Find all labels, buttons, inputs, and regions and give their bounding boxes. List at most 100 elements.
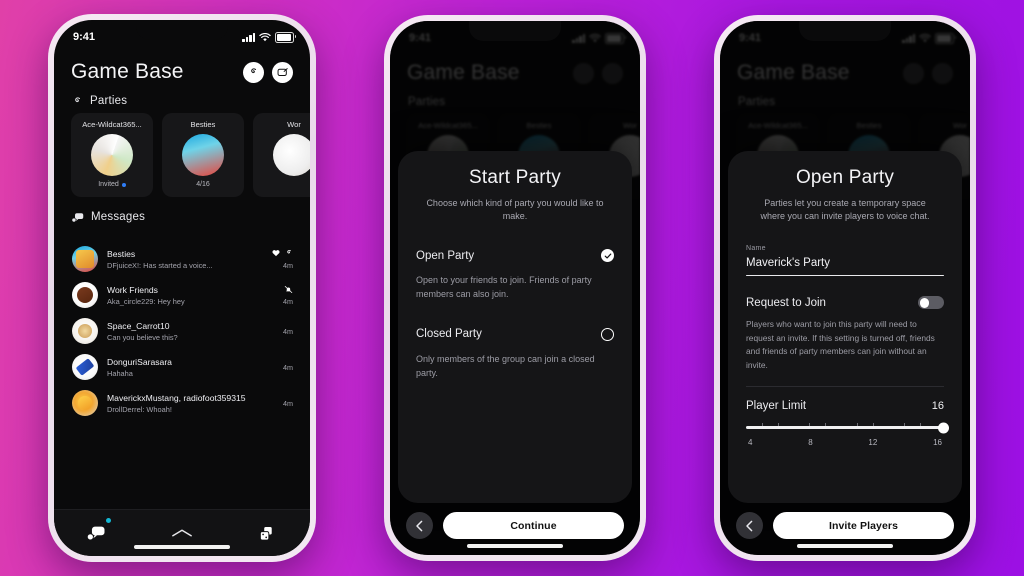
message-text: Space_Carrot10 Can you believe this? — [107, 321, 258, 342]
status-indicators — [242, 31, 296, 43]
message-name: DonguriSarasara — [107, 356, 172, 367]
dice-icon — [259, 526, 272, 541]
slider-tick — [904, 423, 906, 427]
message-preview: DFjuiceX!: Has started a voice... — [107, 260, 213, 270]
parties-carousel[interactable]: Ace-Wildcat365... Invited Besties 4/16 W… — [54, 113, 310, 197]
party-card-status-text: Invited — [98, 181, 119, 188]
tab-games[interactable] — [244, 519, 290, 547]
slider-tick — [809, 423, 811, 427]
player-limit-value: 16 — [931, 400, 944, 413]
party-card[interactable]: Besties 4/16 — [162, 113, 244, 197]
messages-section-header: Messages — [54, 197, 310, 229]
tick-label: 12 — [868, 438, 878, 448]
message-preview: Can you believe this? — [107, 332, 178, 342]
message-text: Besties DFjuiceX!: Has started a voice..… — [107, 249, 258, 270]
message-meta: 4m — [267, 285, 293, 306]
avatar — [72, 246, 98, 272]
message-preview: Hahaha — [107, 368, 133, 378]
party-card-status: Invited — [98, 181, 126, 188]
player-limit-header: Player Limit 16 — [746, 400, 944, 412]
sheet-footer: Invite Players — [720, 512, 970, 539]
request-to-join-label: Request to Join — [746, 296, 826, 309]
tick-label: 8 — [808, 438, 813, 448]
page-title: Game Base — [71, 60, 184, 83]
back-button[interactable] — [736, 512, 763, 539]
radio-selected-icon[interactable] — [601, 249, 614, 263]
wifi-icon — [259, 32, 271, 41]
option-description: Open to your friends to join. Friends of… — [416, 275, 592, 300]
back-button[interactable] — [406, 512, 433, 539]
option-description: Only members of the group can join a clo… — [416, 353, 595, 378]
notch — [136, 20, 228, 40]
messages-list: Besties DFjuiceX!: Has started a voice..… — [54, 241, 310, 421]
tab-expand[interactable] — [159, 519, 205, 547]
message-time: 4m — [283, 362, 293, 372]
option-open-party[interactable]: Open Party — [416, 249, 614, 263]
app-content: 9:41 Game Base Parties Ace-Wildcat365...… — [54, 20, 310, 556]
avatar — [72, 318, 98, 344]
check-icon — [604, 253, 611, 259]
phone-open-party: 9:41 Game Base Parties — [714, 15, 976, 561]
slider-thumb[interactable] — [938, 422, 949, 434]
message-icons — [272, 249, 293, 258]
request-to-join-toggle[interactable] — [918, 296, 944, 310]
phone-mockup-stage: 9:41 Game Base Parties Ace-Wildcat365...… — [0, 0, 1024, 576]
message-text: DonguriSarasara Hahaha — [107, 357, 258, 378]
message-name: Work Friends — [107, 284, 158, 295]
player-limit-label: Player Limit — [746, 400, 807, 413]
tab-messages[interactable] — [74, 518, 120, 547]
message-row[interactable]: Work Friends Aka_circle229: Hey hey 4m — [54, 277, 310, 313]
divider — [746, 386, 944, 388]
message-row[interactable]: DonguriSarasara Hahaha 4m — [54, 349, 310, 385]
message-name: Space_Carrot10 — [107, 320, 170, 331]
party-icon-button[interactable] — [243, 61, 264, 83]
party-card-name: Besties — [190, 120, 216, 129]
party-card[interactable]: Ace-Wildcat365... Invited — [71, 113, 153, 197]
option-label: Open Party — [416, 249, 475, 262]
home-indicator — [134, 545, 230, 549]
field-underline — [746, 275, 944, 277]
request-to-join-row[interactable]: Request to Join — [746, 296, 944, 310]
message-time: 4m — [283, 398, 293, 408]
party-card-status-text: 4/16 — [196, 181, 210, 188]
message-name: Besties — [107, 248, 136, 259]
chevron-left-icon — [416, 520, 423, 531]
party-name-field[interactable]: Name Maverick's Party — [746, 245, 944, 277]
sheet-title: Start Party — [469, 167, 561, 188]
slider-tick — [920, 423, 922, 427]
new-message-button[interactable] — [272, 61, 293, 83]
party-name-label: Name — [746, 245, 766, 253]
phone-home-screen: 9:41 Game Base Parties Ace-Wildcat365...… — [54, 20, 310, 556]
phone-home: 9:41 Game Base Parties Ace-Wildcat365...… — [48, 14, 316, 562]
party-card-status: 4/16 — [196, 181, 210, 188]
request-to-join-description: Players who want to join this party will… — [746, 319, 935, 370]
option-closed-party[interactable]: Closed Party — [416, 327, 614, 341]
parties-section-title: Parties — [90, 95, 128, 107]
battery-icon — [275, 31, 296, 43]
radio-unselected-icon[interactable] — [601, 327, 614, 341]
party-card[interactable]: Wor — [253, 113, 310, 197]
slider-tick — [777, 423, 779, 427]
start-party-sheet: Start Party Choose which kind of party y… — [398, 151, 632, 503]
signal-bars-icon — [242, 32, 255, 42]
phone-start-party-screen: 9:41 Game Base Parties — [390, 21, 640, 555]
continue-button[interactable]: Continue — [443, 512, 624, 539]
notch — [469, 21, 561, 41]
home-indicator — [797, 544, 893, 548]
dog-avatar — [273, 134, 310, 176]
party-swirl-icon — [75, 96, 81, 102]
player-limit-slider[interactable] — [746, 422, 949, 434]
message-row[interactable]: Besties DFjuiceX!: Has started a voice..… — [54, 241, 310, 277]
invite-players-button[interactable]: Invite Players — [773, 512, 954, 539]
chat-bubbles-icon — [87, 526, 105, 540]
player-limit-tick-labels: 4 8 12 16 — [746, 438, 944, 447]
party-name-input[interactable]: Maverick's Party — [746, 257, 944, 275]
slider-tick — [761, 423, 763, 427]
collage-avatar — [91, 134, 133, 176]
message-row[interactable]: MaverickxMustang, radiofoot359315 DrollD… — [54, 385, 310, 421]
message-row[interactable]: Space_Carrot10 Can you believe this? 4m — [54, 313, 310, 349]
slider-tick — [856, 423, 858, 427]
message-time: 4m — [283, 260, 293, 270]
message-meta: 4m — [267, 399, 293, 408]
header-buttons — [243, 61, 293, 83]
